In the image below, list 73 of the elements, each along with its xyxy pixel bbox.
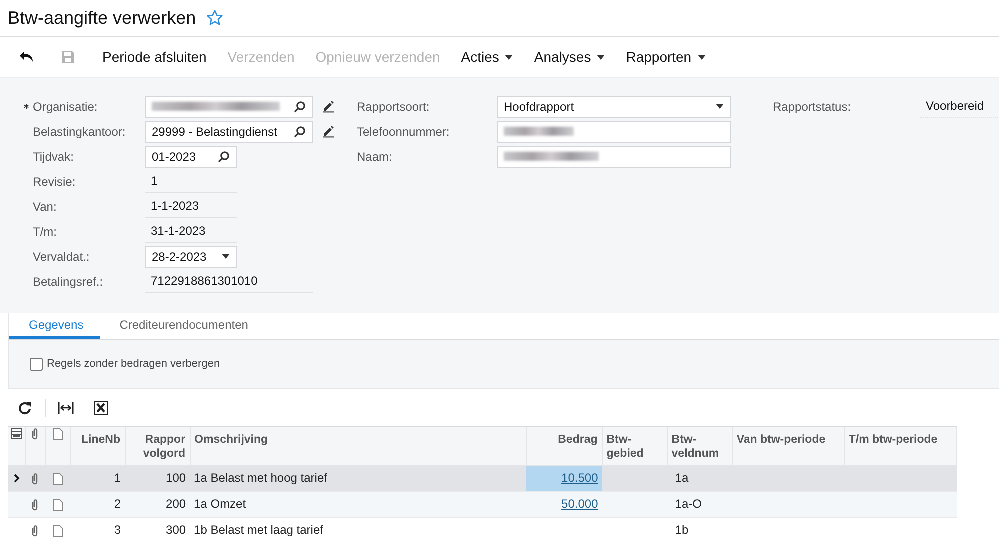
column-header[interactable]: Btw-gebied bbox=[602, 427, 668, 465]
field-value: 31-1-2023 bbox=[145, 220, 237, 242]
caret-icon bbox=[505, 54, 514, 60]
document-icon[interactable] bbox=[52, 472, 62, 485]
column-header[interactable]: Omschrijving bbox=[190, 427, 526, 465]
document-icon[interactable] bbox=[52, 498, 62, 511]
star-icon[interactable] bbox=[206, 9, 224, 27]
field-label: Belastingkantoor: bbox=[33, 124, 127, 138]
table-cell: 1 bbox=[70, 465, 126, 491]
column-header[interactable]: Btw-veldnum bbox=[667, 427, 732, 465]
table-cell: 100 bbox=[125, 465, 190, 491]
document-icon[interactable] bbox=[52, 428, 62, 440]
table-cell: 3 bbox=[70, 517, 126, 540]
lookup-field[interactable] bbox=[145, 96, 313, 118]
search-icon[interactable] bbox=[218, 150, 230, 162]
dropdown-field[interactable]: 28-2-2023 bbox=[145, 246, 237, 268]
lookup-field[interactable]: 01-2023 bbox=[145, 146, 237, 168]
column-header[interactable]: LineNb bbox=[70, 427, 126, 465]
table-cell: 2 bbox=[70, 491, 126, 517]
table-cell: 1a Omzet bbox=[190, 491, 526, 517]
column-header[interactable]: Rappor volgord bbox=[125, 427, 190, 465]
field-value: Voorbereid bbox=[920, 96, 999, 118]
table-cell: 1a bbox=[667, 465, 732, 491]
column-header[interactable]: Van btw-periode bbox=[732, 427, 844, 465]
column-chooser-icon[interactable] bbox=[10, 428, 22, 440]
menu-button[interactable]: Analyses bbox=[524, 42, 616, 72]
search-icon[interactable] bbox=[294, 100, 306, 112]
field-label: T/m: bbox=[33, 224, 58, 238]
field-label: Vervaldat.: bbox=[33, 250, 91, 264]
paperclip-icon[interactable] bbox=[31, 498, 39, 511]
paperclip-icon[interactable] bbox=[31, 428, 39, 440]
menu-button[interactable]: Acties bbox=[450, 42, 524, 72]
field-label: Rapportstatus: bbox=[773, 100, 852, 114]
dropdown-field[interactable]: Hoofdrapport bbox=[497, 96, 731, 118]
input-field[interactable] bbox=[497, 146, 731, 168]
pencil-icon[interactable] bbox=[322, 100, 334, 113]
column-header[interactable]: Bedrag bbox=[526, 427, 602, 465]
field-label: Organisatie: bbox=[33, 100, 99, 114]
menu-button[interactable]: Rapporten bbox=[616, 42, 716, 72]
caret-icon bbox=[597, 54, 606, 60]
table-cell: 1a Belast met hoog tarief bbox=[190, 465, 526, 491]
field-label: Betalingsref.: bbox=[33, 274, 104, 288]
table-cell: 200 bbox=[125, 491, 190, 517]
field-value: 7122918861301010 bbox=[145, 270, 313, 292]
search-icon[interactable] bbox=[294, 126, 306, 138]
table-cell: 1b bbox=[667, 517, 732, 540]
tab[interactable]: Crediteurendocumenten bbox=[100, 313, 264, 339]
table-cell: 1a-O bbox=[667, 491, 732, 517]
field-label: Naam: bbox=[357, 150, 394, 164]
caret-icon bbox=[698, 54, 706, 60]
dropdown-caret-icon bbox=[716, 104, 724, 109]
pencil-icon[interactable] bbox=[322, 125, 334, 138]
table-cell: 1b Belast met laag tarief bbox=[190, 517, 526, 540]
field-label: Van: bbox=[33, 200, 58, 214]
input-field[interactable] bbox=[497, 120, 731, 142]
toolbar-button[interactable]: Periode afsluiten bbox=[92, 42, 218, 72]
field-label: Telefoonnummer: bbox=[357, 124, 451, 138]
field-value: 1-1-2023 bbox=[145, 196, 237, 218]
checkbox[interactable] bbox=[30, 358, 43, 370]
lookup-field[interactable]: 29999 - Belastingdienst bbox=[145, 120, 313, 142]
table-cell: 300 bbox=[125, 517, 190, 540]
checkbox-label[interactable]: Regels zonder bedragen verbergen bbox=[47, 358, 220, 370]
paperclip-icon[interactable] bbox=[31, 524, 39, 537]
column-header[interactable]: T/m btw-periode bbox=[844, 427, 956, 465]
field-label: Revisie: bbox=[33, 174, 77, 188]
document-icon[interactable] bbox=[52, 524, 62, 537]
field-label: Rapportsoort: bbox=[357, 100, 431, 114]
paperclip-icon[interactable] bbox=[31, 472, 39, 485]
dropdown-caret-icon bbox=[222, 254, 230, 259]
page-title: Btw-aangifte verwerken bbox=[8, 8, 196, 28]
field-label: Tijdvak: bbox=[33, 150, 75, 164]
undo-icon[interactable] bbox=[19, 51, 35, 63]
field-value: 1 bbox=[145, 170, 237, 192]
